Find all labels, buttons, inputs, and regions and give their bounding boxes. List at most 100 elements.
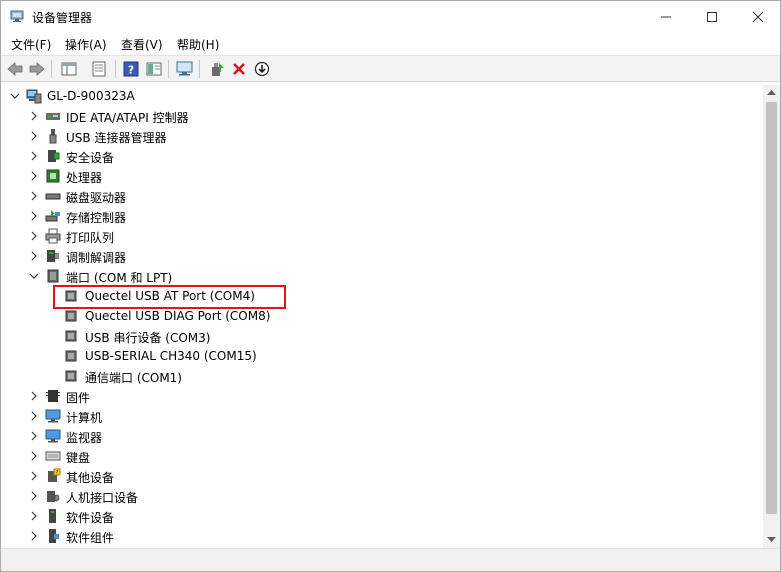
close-icon — [752, 11, 764, 22]
tree-category-ports[interactable]: 端口 (COM 和 LPT) — [3, 266, 763, 286]
keyboard-icon — [45, 451, 61, 461]
chevron-down-icon[interactable] — [28, 270, 40, 282]
tree-category[interactable]: 软件组件 — [3, 526, 763, 546]
com-port-icon — [65, 330, 77, 342]
storage-controller-icon — [45, 210, 60, 222]
toolbar-separator — [199, 60, 200, 78]
toolbar: ? — [1, 55, 780, 82]
maximize-icon — [707, 11, 717, 22]
tree-category-label: 软件组件 — [66, 531, 115, 545]
tree-category-label: 存储控制器 — [66, 211, 127, 225]
scroll-up-icon[interactable] — [767, 89, 776, 95]
ide-controller-icon — [46, 113, 60, 120]
printer-icon — [45, 228, 61, 244]
tree-category-label: 磁盘驱动器 — [66, 191, 127, 205]
svg-text:?: ? — [128, 64, 134, 77]
chevron-right-icon[interactable] — [28, 210, 40, 222]
tree-category[interactable]: 固件 — [3, 386, 763, 406]
toolbar-separator — [168, 60, 169, 78]
chevron-right-icon[interactable] — [28, 230, 40, 242]
view-icon — [146, 62, 162, 76]
tree-category[interactable]: 计算机 — [3, 406, 763, 426]
download-driver-icon — [254, 61, 270, 77]
tree-category[interactable]: 监视器 — [3, 426, 763, 446]
show-hide-tree-button[interactable] — [59, 59, 79, 79]
chevron-right-icon[interactable] — [28, 470, 40, 482]
com-port-icon — [65, 310, 77, 322]
modem-icon — [47, 250, 59, 262]
tree-category[interactable]: 调制解调器 — [3, 246, 763, 266]
chevron-right-icon[interactable] — [28, 250, 40, 262]
tree-category[interactable]: 键盘 — [3, 446, 763, 466]
help-icon: ? — [123, 61, 139, 77]
port-device-row[interactable]: USB-SERIAL CH340 (COM15) — [3, 346, 763, 366]
window-title: 设备管理器 — [32, 11, 93, 25]
help-button[interactable]: ? — [121, 59, 141, 79]
chevron-right-icon[interactable] — [28, 510, 40, 522]
tree-category[interactable]: 打印队列 — [3, 226, 763, 246]
tree-category[interactable]: 处理器 — [3, 166, 763, 186]
chevron-right-icon[interactable] — [28, 530, 40, 542]
tree-category[interactable]: 软件设备 — [3, 506, 763, 526]
vertical-scroll-thumb[interactable] — [766, 102, 777, 514]
maximize-button[interactable] — [689, 1, 735, 32]
port-device-row[interactable]: USB 串行设备 (COM3) — [3, 326, 763, 346]
chevron-right-icon[interactable] — [28, 390, 40, 402]
chevron-right-icon[interactable] — [28, 110, 40, 122]
chevron-right-icon[interactable] — [28, 490, 40, 502]
computer-icon — [45, 409, 61, 423]
tree-category[interactable]: 存储控制器 — [3, 206, 763, 226]
computer-root-icon — [26, 89, 42, 104]
forward-button[interactable] — [27, 59, 47, 79]
usb-connector-icon — [49, 129, 57, 144]
view-button[interactable] — [144, 59, 164, 79]
other-device-icon: ? — [48, 468, 61, 482]
close-button[interactable] — [735, 1, 781, 32]
chevron-down-icon[interactable] — [9, 90, 21, 102]
tree-category-label: 调制解调器 — [66, 251, 127, 265]
device-tree: GL-D-900323A IDE ATA/ATAPI 控制器 USB 连接器管理… — [3, 85, 763, 548]
title-bar: 设备管理器 — [1, 1, 780, 32]
tree-category-label: 处理器 — [66, 171, 103, 185]
tree-category[interactable]: 人机接口设备 — [3, 486, 763, 506]
tree-category-label: 端口 (COM 和 LPT) — [66, 271, 173, 285]
tree-root-row[interactable]: GL-D-900323A — [3, 86, 763, 106]
scan-hardware-icon — [176, 61, 193, 76]
tree-category[interactable]: 安全设备 — [3, 146, 763, 166]
menu-help[interactable]: 帮助(H) — [177, 36, 219, 53]
properties-button[interactable] — [89, 59, 109, 79]
chevron-right-icon[interactable] — [28, 170, 40, 182]
tree-category[interactable]: USB 连接器管理器 — [3, 126, 763, 146]
menu-view[interactable]: 查看(V) — [121, 36, 163, 53]
processor-icon — [46, 169, 60, 183]
horizontal-scrollbar[interactable] — [1, 548, 780, 571]
chevron-right-icon[interactable] — [28, 130, 40, 142]
toolbar-separator — [51, 60, 52, 78]
firmware-icon — [46, 390, 60, 402]
tree-category-label: 计算机 — [66, 411, 103, 425]
minimize-button[interactable] — [643, 1, 689, 32]
port-device-label: USB 串行设备 (COM3) — [85, 331, 211, 345]
uninstall-button[interactable] — [229, 59, 249, 79]
back-button[interactable] — [5, 59, 25, 79]
scan-hardware-button[interactable] — [175, 59, 195, 79]
update-driver-button[interactable] — [207, 59, 227, 79]
port-device-row[interactable]: Quectel USB DIAG Port (COM8) — [3, 306, 763, 326]
tree-category[interactable]: ? 其他设备 — [3, 466, 763, 486]
software-device-icon — [49, 509, 56, 523]
download-driver-button[interactable] — [252, 59, 272, 79]
chevron-right-icon[interactable] — [28, 450, 40, 462]
tree-category-label: 其他设备 — [66, 471, 115, 485]
tree-category-label: IDE ATA/ATAPI 控制器 — [66, 111, 189, 125]
chevron-right-icon[interactable] — [28, 430, 40, 442]
tree-category[interactable]: 磁盘驱动器 — [3, 186, 763, 206]
menu-file[interactable]: 文件(F) — [11, 36, 51, 53]
chevron-right-icon[interactable] — [28, 150, 40, 162]
chevron-right-icon[interactable] — [28, 410, 40, 422]
port-device-row[interactable]: 通信端口 (COM1) — [3, 366, 763, 386]
menu-action[interactable]: 操作(A) — [65, 36, 107, 53]
vertical-scrollbar[interactable] — [763, 85, 780, 548]
tree-category[interactable]: IDE ATA/ATAPI 控制器 — [3, 106, 763, 126]
scroll-down-icon[interactable] — [767, 537, 776, 543]
chevron-right-icon[interactable] — [28, 190, 40, 202]
